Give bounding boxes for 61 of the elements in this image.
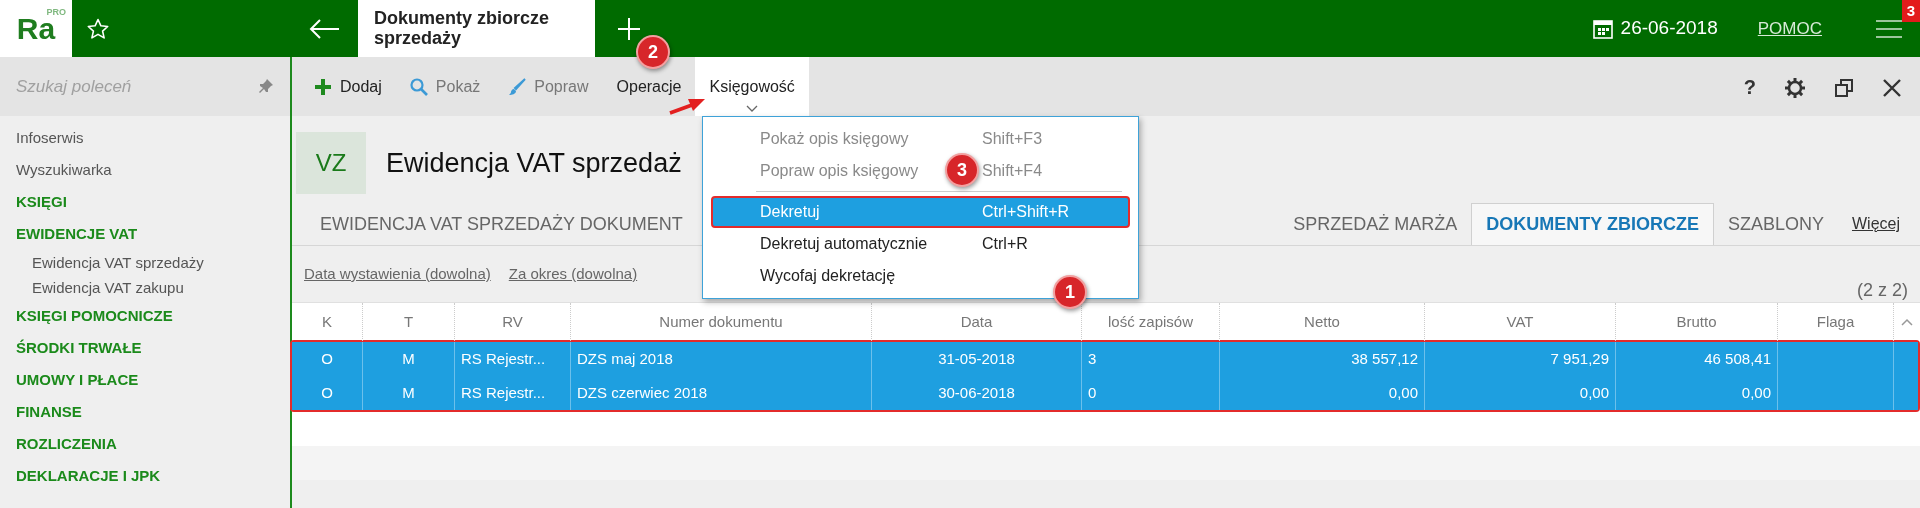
menu-item[interactable]: Dekretuj Ctrl+Shift+R [711,196,1130,228]
brush-icon [508,77,527,96]
command-search-field[interactable]: Szukaj poleceń [0,57,290,116]
caret-icon [746,105,759,112]
sidebar-section[interactable]: DEKLARACJE I JPK [16,460,290,492]
column-header[interactable]: Brutto [1616,303,1778,341]
table-row[interactable]: O M RS Rejestr... DZS maj 2018 31-05-2018 3 38 557,12 7 951,29 46 508,41 [292,342,1918,376]
column-header[interactable]: K [292,303,363,341]
record-count: (2 z 2) [1857,279,1908,302]
table-cell: 0,00 [1425,376,1616,410]
tab[interactable]: SZABLONY [1713,203,1838,245]
scroll-up-icon[interactable] [1901,318,1913,326]
pointer-arrow [668,97,706,115]
sidebar-item[interactable]: Ewidencja VAT zakupu [32,275,290,300]
sidebar-section[interactable]: UMOWY I PŁACE [16,364,290,396]
tab[interactable]: SPRZEDAŻ MARŻA [1279,203,1472,245]
table-cell: O [292,376,363,410]
pin-icon[interactable] [258,78,274,94]
table-cell: RS Rejestr... [455,376,571,410]
page-title: Ewidencja VAT sprzedaż [386,146,682,180]
column-header[interactable]: Numer dokumentu [571,303,872,341]
notification-badge: 3 [1901,0,1920,22]
document-tab[interactable]: Dokumenty zbiorcze sprzedaży [358,0,595,57]
filter-link[interactable]: Za okres (dowolna) [508,262,638,286]
table-cell: 0,00 [1616,376,1778,410]
table-cell: 0,00 [1220,376,1425,410]
sidebar-section[interactable]: KSIĘGI POMOCNICZE [16,300,290,332]
search-icon [409,77,428,96]
toolbar-button[interactable]: Księgowość [695,57,809,116]
tab[interactable]: EWIDENCJA VAT SPRZEDAŻY DOKUMENT [306,203,697,245]
column-header[interactable]: RV [455,303,571,341]
filter-link[interactable]: Data wystawienia (dowolna) [304,262,491,286]
toolbar-button[interactable]: Operacje [602,71,696,102]
tab[interactable]: DOKUMENTY ZBIORCZE [1471,203,1714,245]
sidebar-section[interactable]: ROZLICZENIA [16,428,290,460]
table-row[interactable]: O M RS Rejestr... DZS czerwiec 2018 30-06-2018 0 0,00 0,00 0,00 [292,376,1918,410]
column-header[interactable]: Flaga [1778,303,1894,341]
column-header[interactable]: T [363,303,455,341]
column-header[interactable]: Netto [1220,303,1425,341]
sidebar-item[interactable]: Infoserwis [16,122,290,154]
register-badge: VZ [296,132,366,194]
sidebar-section[interactable]: KSIĘGI [16,186,290,218]
sidebar-item[interactable]: Wyszukiwarka [16,154,290,186]
current-date[interactable]: 26-06-2018 [1620,14,1718,43]
sidebar-section[interactable]: ŚRODKI TRWAŁE [16,332,290,364]
sidebar-section[interactable]: EWIDENCJE VAT [16,218,290,250]
table-cell: 0 [1082,376,1220,410]
more-link[interactable]: Więcej [1838,212,1920,236]
table-cell: 30-06-2018 [872,376,1082,410]
column-header[interactable]: VAT [1425,303,1616,341]
help-button[interactable]: ? [1729,71,1770,102]
menu-item[interactable]: Dekretuj automatycznie Ctrl+R [711,228,1130,260]
table-cell: DZS czerwiec 2018 [571,376,872,410]
sidebar-item[interactable]: Ewidencja VAT sprzedaży [32,250,290,275]
toolbar-button[interactable]: Dodaj [300,71,396,102]
table-cell: M [363,376,455,410]
menu-icon[interactable] [1876,18,1902,39]
plus-icon [314,77,332,96]
help-link[interactable]: POMOC [1757,15,1822,42]
sidebar-section[interactable]: FINANSE [16,396,290,428]
calendar-icon [1593,18,1614,39]
